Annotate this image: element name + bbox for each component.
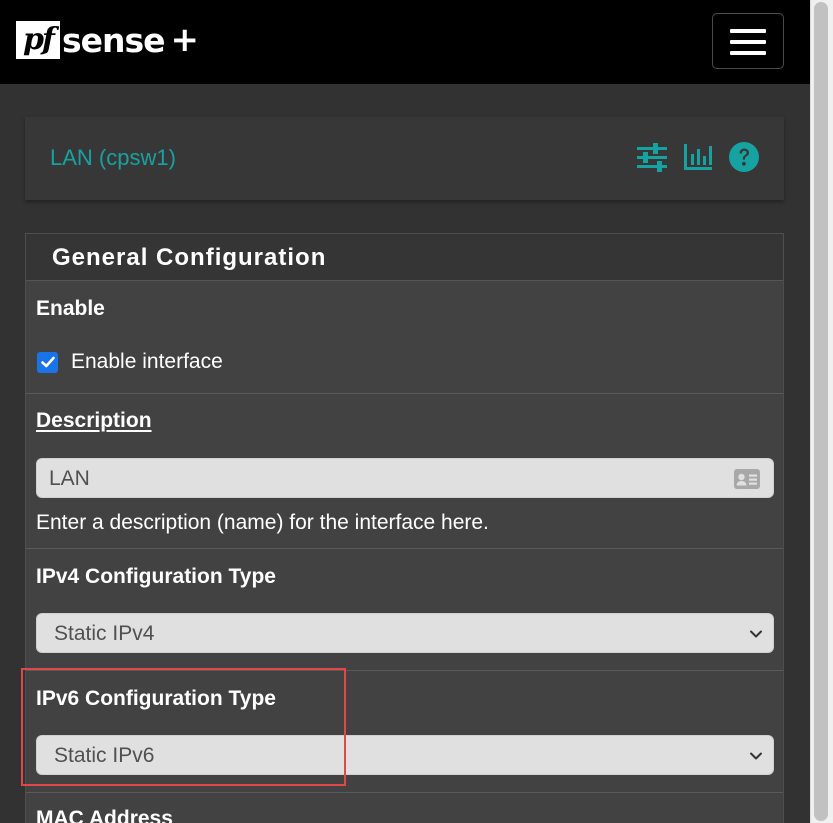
- top-navbar: pf sense +: [0, 0, 810, 84]
- checkmark-icon: [40, 356, 55, 368]
- viewport: pf sense + LAN (cpsw1) General Configura…: [0, 0, 810, 823]
- ipv6-config-type-select[interactable]: Static IPv6: [36, 735, 774, 775]
- ipv4-selected-value: Static IPv4: [54, 622, 155, 645]
- hamburger-bar-top: [730, 29, 766, 33]
- enable-interface-checkbox[interactable]: [37, 351, 58, 373]
- interface-title: LAN (cpsw1): [50, 145, 176, 170]
- id-card-icon: [734, 469, 760, 489]
- description-input[interactable]: LAN: [36, 458, 774, 498]
- general-configuration-panel: General Configuration Enable Enable inte…: [25, 233, 784, 823]
- logo-plus: +: [170, 20, 200, 60]
- enable-label: Enable: [36, 297, 105, 320]
- description-section: Description LAN Enter a description (nam…: [26, 394, 783, 549]
- enable-interface-row[interactable]: Enable interface: [37, 350, 223, 374]
- ipv4-config-type-label: IPv4 Configuration Type: [36, 565, 276, 588]
- bar-chart-icon[interactable]: [682, 141, 714, 173]
- logo-wordmark: sense: [62, 20, 166, 60]
- panel-heading: General Configuration: [26, 234, 783, 281]
- description-label[interactable]: Description: [36, 409, 152, 433]
- chevron-down-icon: [750, 630, 762, 638]
- interface-header-card: LAN (cpsw1): [25, 117, 784, 200]
- chevron-down-icon: [750, 752, 762, 760]
- hamburger-bar-middle: [730, 40, 766, 44]
- enable-interface-label[interactable]: Enable interface: [71, 350, 223, 374]
- hamburger-bar-bottom: [730, 51, 766, 55]
- enable-section: Enable Enable interface: [26, 281, 783, 394]
- panel-title: General Configuration: [52, 244, 327, 271]
- help-icon[interactable]: [728, 141, 760, 173]
- pfsense-logo[interactable]: pf sense +: [16, 20, 199, 60]
- ipv4-section: IPv4 Configuration Type Static IPv4: [26, 549, 783, 671]
- ipv6-section: IPv6 Configuration Type Static IPv6: [26, 671, 783, 793]
- sliders-icon[interactable]: [636, 141, 668, 173]
- mac-address-label: MAC Address: [36, 807, 173, 823]
- description-help-text: Enter a description (name) for the inter…: [36, 511, 489, 534]
- mac-address-section: MAC Address: [26, 793, 783, 823]
- logo-pf-mark: pf: [16, 21, 60, 59]
- header-actions: [636, 141, 760, 173]
- ipv6-selected-value: Static IPv6: [54, 744, 155, 767]
- scrollbar-thumb[interactable]: [814, 2, 828, 821]
- ipv4-config-type-select[interactable]: Static IPv4: [36, 613, 774, 653]
- description-input-value: LAN: [49, 467, 90, 490]
- hamburger-menu-button[interactable]: [712, 13, 784, 69]
- ipv6-config-type-label: IPv6 Configuration Type: [36, 687, 276, 710]
